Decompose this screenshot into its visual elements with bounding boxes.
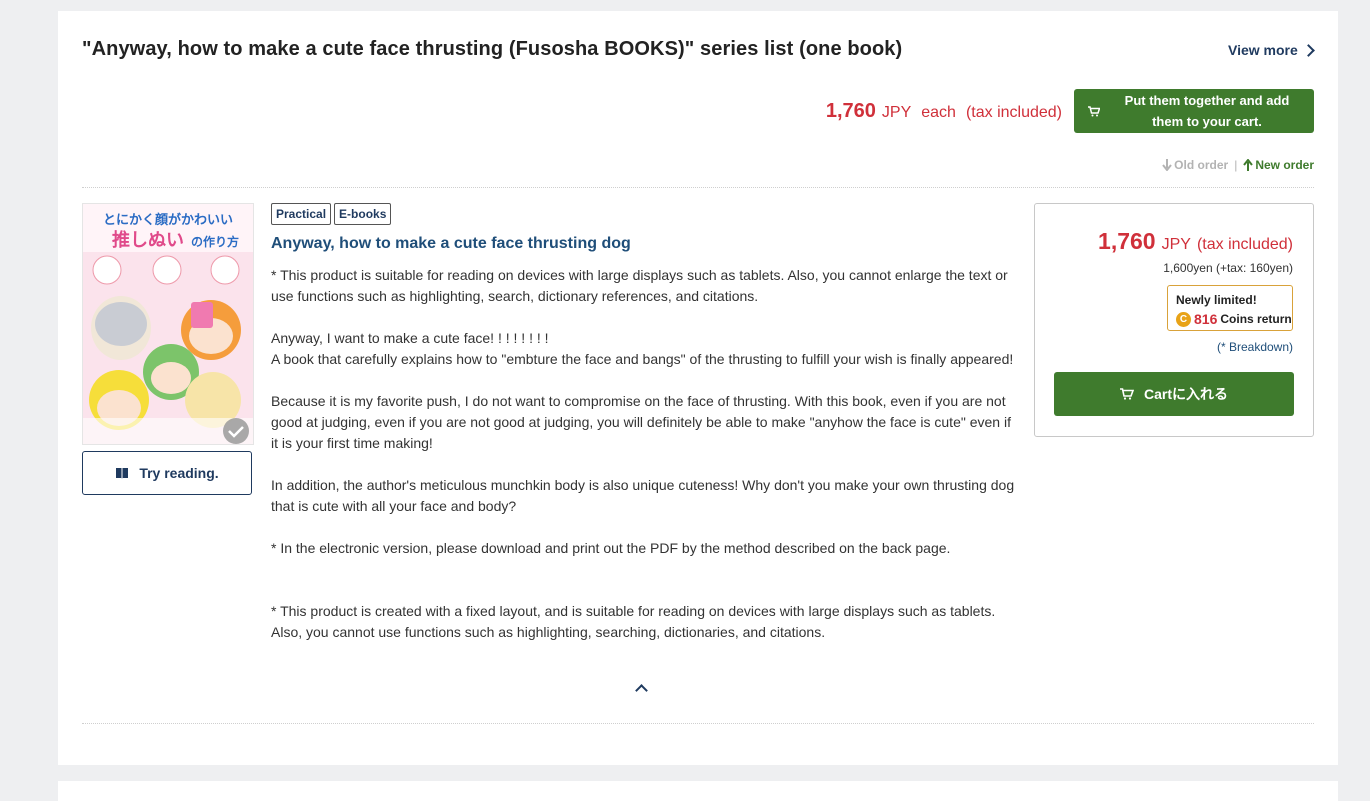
price: 1,760 JPY (tax included) bbox=[1098, 228, 1293, 255]
add-to-cart-label: Cartに入れる bbox=[1143, 386, 1228, 402]
desc-paragraph: Anyway, I want to make a cute face! ! ! … bbox=[271, 330, 549, 346]
tag-list: Practical E-books bbox=[271, 203, 392, 225]
cart-icon bbox=[1074, 105, 1114, 117]
coin-icon: C bbox=[1176, 311, 1191, 327]
add-all-to-cart-button[interactable]: Put them together and add them to your c… bbox=[1074, 89, 1314, 133]
bulk-price-currency: JPY bbox=[881, 104, 912, 121]
desc-paragraph: * This product is created with a fixed l… bbox=[271, 603, 996, 640]
price-box: 1,760 JPY (tax included) 1,600yen (+tax:… bbox=[1034, 203, 1314, 437]
next-card bbox=[58, 781, 1338, 801]
price-tax-note: (tax included) bbox=[1196, 236, 1293, 253]
book-icon bbox=[116, 468, 129, 479]
desc-paragraph: * In the electronic version, please down… bbox=[271, 540, 951, 556]
bulk-price-tax: (tax included) bbox=[965, 104, 1062, 121]
book-description: * This product is suitable for reading o… bbox=[271, 265, 1016, 643]
bulk-price-amount: 1,760 bbox=[825, 100, 876, 122]
cart-icon bbox=[1119, 388, 1134, 400]
tag-practical[interactable]: Practical bbox=[271, 203, 332, 225]
old-order-label: Old order bbox=[1174, 158, 1229, 172]
old-order-link[interactable]: Old order bbox=[1162, 158, 1228, 172]
chevron-up-icon[interactable] bbox=[634, 681, 648, 695]
desc-paragraph: A book that carefully explains how to "e… bbox=[271, 351, 1014, 367]
price-breakdown-text: 1,600yen (+tax: 160yen) bbox=[1163, 261, 1293, 275]
book-cover[interactable]: とにかく顔がかわいい 推しぬい の作り方 bbox=[82, 203, 254, 445]
coin-return-badge: Newly limited! C 816 Coins return bbox=[1167, 285, 1293, 331]
view-more-label: View more bbox=[1228, 42, 1298, 58]
cover-title-line3: の作り方 bbox=[191, 234, 239, 249]
cover-title-line2: 推しぬい bbox=[112, 229, 184, 251]
series-title: "Anyway, how to make a cute face thrusti… bbox=[82, 38, 903, 60]
arrow-up-icon bbox=[1243, 159, 1254, 171]
bulk-price-each: each bbox=[921, 104, 956, 121]
bulk-price: 1,760 JPY each (tax included) bbox=[826, 100, 1062, 123]
sort-order: Old order | New order bbox=[1162, 158, 1314, 172]
divider bbox=[82, 723, 1314, 724]
book-title[interactable]: Anyway, how to make a cute face thrustin… bbox=[271, 235, 631, 253]
order-separator: | bbox=[1234, 158, 1238, 172]
new-order-link[interactable]: New order bbox=[1243, 158, 1314, 172]
series-card: "Anyway, how to make a cute face thrusti… bbox=[58, 11, 1338, 765]
chevron-right-icon bbox=[1301, 44, 1315, 57]
breakdown-link[interactable]: (* Breakdown) bbox=[1217, 340, 1293, 354]
price-amount: 1,760 bbox=[1098, 228, 1156, 254]
divider bbox=[82, 187, 1314, 188]
arrow-down-icon bbox=[1162, 159, 1172, 171]
price-currency: JPY bbox=[1161, 236, 1191, 253]
add-to-cart-button[interactable]: Cartに入れる bbox=[1054, 372, 1294, 416]
coin-label: Coins return bbox=[1220, 312, 1292, 326]
cover-title-line1: とにかく顔がかわいい bbox=[103, 212, 233, 228]
try-reading-label: Try reading. bbox=[139, 465, 219, 481]
try-reading-button[interactable]: Try reading. bbox=[82, 451, 252, 495]
desc-paragraph: Because it is my favorite push, I do not… bbox=[271, 393, 1011, 451]
view-more-link[interactable]: View more bbox=[1228, 42, 1315, 58]
desc-paragraph: * This product is suitable for reading o… bbox=[271, 267, 1008, 304]
desc-paragraph: In addition, the author's meticulous mun… bbox=[271, 477, 1015, 514]
add-all-to-cart-label: Put them together and add them to your c… bbox=[1124, 93, 1290, 129]
coin-amount: 816 bbox=[1194, 311, 1218, 327]
new-order-label: New order bbox=[1255, 158, 1314, 172]
tag-ebooks[interactable]: E-books bbox=[334, 203, 392, 225]
limited-label: Newly limited! bbox=[1176, 293, 1257, 307]
